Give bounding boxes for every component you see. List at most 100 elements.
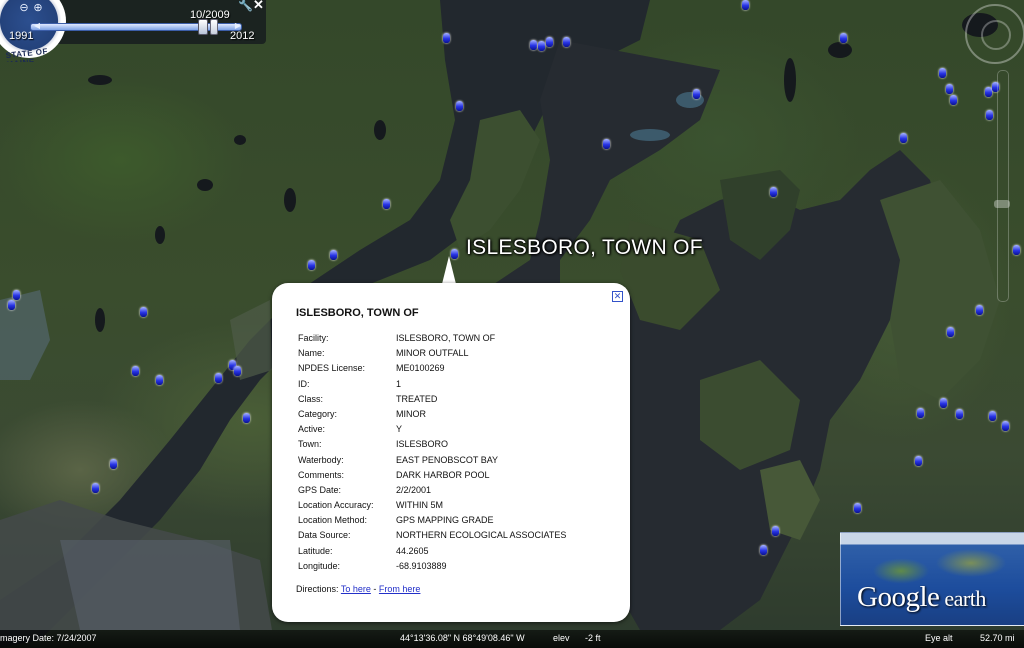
map-marker[interactable] — [989, 411, 996, 421]
map-marker[interactable] — [156, 375, 163, 385]
zoom-out-icon[interactable]: ⊖ — [18, 2, 30, 14]
zoom-in-icon[interactable]: ⊕ — [32, 2, 44, 14]
detail-value: NORTHERN ECOLOGICAL ASSOCIATES — [396, 530, 567, 541]
elevation-label: elev — [553, 633, 570, 643]
close-box-icon[interactable]: ✕ — [612, 291, 623, 302]
detail-value: GPS MAPPING GRADE — [396, 515, 494, 526]
map-marker[interactable] — [215, 373, 222, 383]
detail-value: ISLESBORO — [396, 439, 449, 450]
wrench-icon[interactable]: 🔧 — [238, 0, 253, 12]
eye-alt-value: 52.70 mi — [980, 633, 1015, 643]
detail-key: Town: — [298, 439, 322, 450]
balloon-pointer — [442, 256, 456, 284]
detail-value: ME0100269 — [396, 363, 445, 374]
map-marker[interactable] — [947, 327, 954, 337]
detail-key: Data Source: — [298, 530, 351, 541]
map-marker[interactable] — [940, 398, 947, 408]
map-marker[interactable] — [770, 187, 777, 197]
directions-to-here-link[interactable]: To here — [341, 584, 371, 594]
map-marker[interactable] — [985, 87, 992, 97]
time-slider-end-handle[interactable] — [210, 19, 218, 35]
map-marker[interactable] — [956, 409, 963, 419]
status-bar: magery Date: 7/24/2007 44°13'36.08" N 68… — [0, 630, 1024, 648]
detail-value: WITHIN 5M — [396, 500, 443, 511]
map-marker[interactable] — [530, 40, 537, 50]
map-marker[interactable] — [563, 37, 570, 47]
map-marker[interactable] — [1002, 421, 1009, 431]
detail-value: ISLESBORO, TOWN OF — [396, 333, 496, 343]
detail-key: Active: — [298, 424, 326, 435]
detail-key: Class: — [298, 393, 324, 404]
time-slider-handle[interactable] — [198, 19, 209, 35]
google-earth-logo: Google earth — [840, 532, 1024, 626]
detail-key: Category: — [298, 408, 338, 419]
logo-earth: earth — [939, 586, 986, 611]
detail-value: MINOR — [396, 408, 426, 419]
map-marker[interactable] — [917, 408, 924, 418]
detail-key: Latitude: — [298, 545, 333, 556]
map-marker[interactable] — [1013, 245, 1020, 255]
map-marker[interactable] — [234, 366, 241, 376]
balloon-title: ISLESBORO, TOWN OF — [296, 307, 419, 319]
detail-key: Comments: — [298, 469, 345, 480]
time-slider-panel: STATE OF MAINE ⊖ ⊕ 10/2009 ◀ ▶ 1991 2012… — [0, 0, 266, 62]
map-marker[interactable] — [243, 413, 250, 423]
map-marker[interactable] — [772, 526, 779, 536]
map-marker[interactable] — [946, 84, 953, 94]
map-marker[interactable] — [693, 89, 700, 99]
map-marker[interactable] — [140, 307, 147, 317]
map-marker[interactable] — [110, 459, 117, 469]
detail-key: Longitude: — [298, 560, 341, 571]
close-icon[interactable]: ✕ — [253, 0, 264, 13]
map-marker[interactable] — [603, 139, 610, 149]
cursor-coordinates: 44°13'36.08" N 68°49'08.46" W — [400, 633, 525, 643]
end-year-label: 2012 — [230, 30, 255, 42]
navigation-compass[interactable] — [965, 4, 1024, 64]
map-marker[interactable] — [546, 37, 553, 47]
map-marker[interactable] — [8, 300, 15, 310]
map-marker[interactable] — [854, 503, 861, 513]
map-marker[interactable] — [986, 110, 993, 120]
logo-google: Google — [857, 581, 940, 613]
map-marker[interactable] — [760, 545, 767, 555]
map-marker[interactable] — [538, 41, 545, 51]
zoom-slider-knob[interactable] — [994, 200, 1010, 208]
map-marker[interactable] — [92, 483, 99, 493]
imagery-date: magery Date: 7/24/2007 — [0, 633, 97, 643]
directions: Directions: To here - From here — [296, 584, 420, 594]
map-marker[interactable] — [840, 33, 847, 43]
detail-key: NPDES License: — [298, 363, 366, 374]
detail-key: Name: — [298, 348, 325, 359]
detail-value: DARK HARBOR POOL — [396, 469, 490, 480]
start-year-label: 1991 — [9, 30, 34, 42]
map-marker[interactable] — [13, 290, 20, 300]
detail-key: Facility: — [298, 333, 329, 343]
map-marker[interactable] — [950, 95, 957, 105]
map-marker[interactable] — [939, 68, 946, 78]
detail-value: Y — [396, 424, 403, 435]
detail-value: MINOR OUTFALL — [396, 348, 469, 359]
detail-value: 1 — [396, 378, 402, 389]
map-marker[interactable] — [330, 250, 337, 260]
map-marker[interactable] — [132, 366, 139, 376]
detail-key: GPS Date: — [298, 484, 342, 495]
map-marker[interactable] — [900, 133, 907, 143]
detail-key: Location Accuracy: — [298, 500, 374, 511]
directions-from-here-link[interactable]: From here — [379, 584, 421, 594]
map-marker[interactable] — [976, 305, 983, 315]
map-marker[interactable] — [383, 199, 390, 209]
info-balloon: ✕ ISLESBORO, TOWN OF Facility: ISLESBORO,… — [272, 283, 630, 622]
detail-value: 2/2/2001 — [396, 484, 432, 495]
map-marker[interactable] — [742, 0, 749, 10]
zoom-slider[interactable] — [997, 70, 1009, 302]
detail-value: 44.2605 — [396, 545, 429, 556]
placemark-label[interactable]: ISLESBORO, TOWN OF — [466, 236, 703, 260]
elevation-value: -2 ft — [585, 633, 601, 643]
map-marker[interactable] — [308, 260, 315, 270]
map-marker[interactable] — [915, 456, 922, 466]
map-marker[interactable] — [443, 33, 450, 43]
detail-value: -68.9103889 — [396, 560, 447, 571]
directions-label: Directions: — [296, 584, 339, 594]
map-marker[interactable] — [456, 101, 463, 111]
detail-key: ID: — [298, 378, 310, 389]
